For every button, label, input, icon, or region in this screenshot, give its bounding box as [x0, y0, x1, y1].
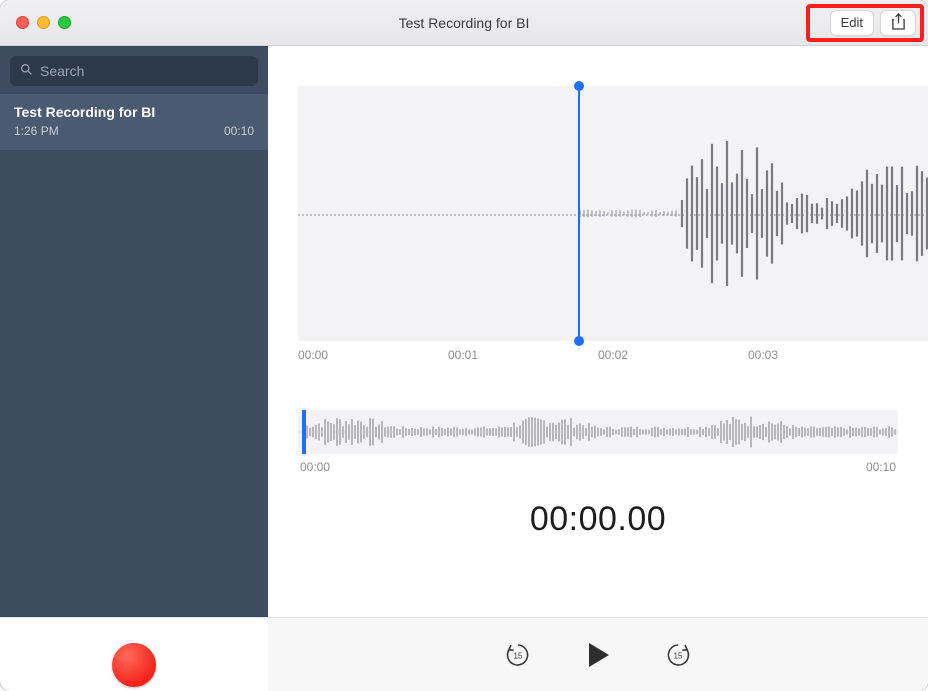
time-counter: 00:00.00 — [268, 500, 928, 539]
overview-end-tick: 00:10 — [866, 460, 896, 474]
edit-button[interactable]: Edit — [830, 10, 874, 36]
main-panel: 00:00 00:01 00:02 00:03 00:00 00:10 00:0… — [268, 46, 928, 691]
search-input[interactable]: Search — [10, 56, 258, 86]
search-placeholder: Search — [40, 63, 84, 79]
recording-title: Test Recording for BI — [14, 104, 254, 120]
zoom-tick: 00:01 — [448, 348, 598, 362]
close-window-button[interactable] — [16, 16, 29, 29]
fullscreen-window-button[interactable] — [58, 16, 71, 29]
skip-back-button[interactable]: 15 — [503, 640, 533, 670]
recording-duration: 00:10 — [224, 124, 254, 138]
zoom-waveform-strip[interactable] — [298, 86, 928, 341]
app-body: Search Test Recording for BI 1:26 PM 00:… — [0, 46, 928, 691]
playback-controls: 15 15 — [268, 617, 928, 691]
record-button[interactable] — [112, 643, 156, 687]
share-icon — [891, 13, 906, 33]
overview-area: 00:00 00:10 — [268, 366, 928, 474]
skip-forward-icon: 15 — [664, 641, 692, 669]
titlebar: Test Recording for BI Edit — [0, 0, 928, 46]
zoom-tick: 00:00 — [298, 348, 448, 362]
recording-list-item[interactable]: Test Recording for BI 1:26 PM 00:10 — [0, 94, 268, 150]
overview-time-ticks: 00:00 00:10 — [298, 460, 898, 474]
window-traffic-lights — [16, 16, 71, 29]
app-window: Test Recording for BI Edit — [0, 0, 928, 691]
minimize-window-button[interactable] — [37, 16, 50, 29]
sidebar-empty-area — [0, 150, 268, 617]
overview-playhead[interactable] — [302, 410, 306, 454]
skip-forward-button[interactable]: 15 — [663, 640, 693, 670]
svg-text:15: 15 — [674, 651, 683, 660]
sidebar-footer — [0, 617, 268, 691]
zoom-tick: 00:03 — [748, 348, 898, 362]
search-icon — [20, 63, 33, 79]
overview-start-tick: 00:00 — [300, 460, 330, 474]
overview-waveform-strip[interactable] — [298, 410, 898, 454]
zoom-time-ticks: 00:00 00:01 00:02 00:03 — [298, 348, 928, 362]
recording-time: 1:26 PM — [14, 124, 59, 138]
zoom-tick: 00:02 — [598, 348, 748, 362]
share-button[interactable] — [880, 10, 916, 36]
sidebar: Search Test Recording for BI 1:26 PM 00:… — [0, 46, 268, 691]
overview-waveform — [298, 410, 898, 454]
zoom-waveform-area: 00:00 00:01 00:02 00:03 — [268, 46, 928, 366]
play-button[interactable] — [583, 640, 613, 670]
play-icon — [583, 640, 613, 670]
zoom-playhead[interactable] — [578, 86, 580, 341]
svg-text:15: 15 — [514, 651, 523, 660]
skip-back-icon: 15 — [504, 641, 532, 669]
window-title: Test Recording for BI — [0, 15, 928, 31]
zoom-waveform — [298, 86, 928, 341]
